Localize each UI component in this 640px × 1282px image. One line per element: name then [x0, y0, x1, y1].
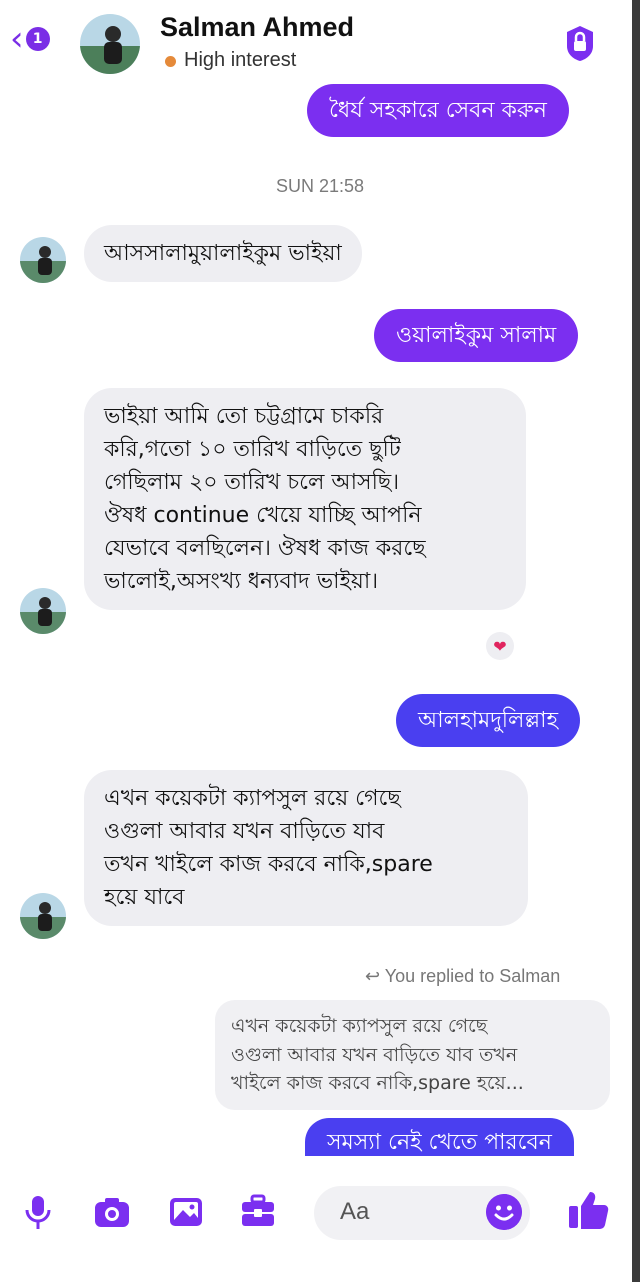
quote-line: খাইলে কাজ করবে নাকি,spare হয়ে... — [231, 1072, 524, 1094]
microphone-icon[interactable] — [18, 1192, 58, 1232]
message-bubble-sent[interactable]: সমস্যা নেই খেতে পারবেন — [305, 1118, 574, 1158]
contact-name[interactable]: Salman Ahmed — [160, 12, 354, 43]
reply-arrow-icon: ↩ — [365, 966, 381, 986]
camera-icon[interactable] — [92, 1192, 132, 1232]
emoji-icon[interactable] — [486, 1194, 522, 1230]
screen-edge — [632, 0, 640, 1282]
message-bubble-received[interactable]: ভাইয়া আমি তো চট্টগ্রামে চাকরি করি,গতো ১… — [84, 388, 526, 610]
message-line: ভাইয়া আমি তো চট্টগ্রামে চাকরি — [104, 404, 384, 429]
message-bubble-received[interactable]: এখন কয়েকটা ক্যাপসুল রয়ে গেছে ওগুলা আবা… — [84, 770, 528, 926]
unread-count-badge: 1 — [25, 27, 50, 51]
timestamp: SUN 21:58 — [275, 176, 365, 196]
reply-quote[interactable]: এখন কয়েকটা ক্যাপসুল রয়ে গেছে ওগুলা আবা… — [215, 1000, 610, 1110]
message-line: হয়ে যাবে — [104, 885, 185, 910]
message-input-placeholder: Aa — [340, 1198, 370, 1225]
thumbs-up-icon[interactable] — [566, 1188, 610, 1232]
chevron-left-icon: ‹ — [10, 19, 24, 59]
status-label: High interest — [184, 49, 297, 71]
sender-avatar[interactable] — [20, 237, 66, 283]
sender-avatar[interactable] — [20, 588, 66, 634]
message-line: এখন কয়েকটা ক্যাপসুল রয়ে গেছে — [104, 786, 401, 811]
message-line: যেভাবে বলছিলেন। ঔষধ কাজ করছে — [104, 536, 426, 561]
contact-avatar[interactable] — [80, 14, 140, 74]
message-bubble-sent[interactable]: ওয়ালাইকুম সালাম — [374, 309, 579, 362]
message-bubble-sent[interactable]: ধৈর্য সহকারে সেবন করুন — [307, 84, 569, 137]
message-line: তখন খাইলে কাজ করবে নাকি,spare — [104, 852, 433, 877]
message-line: ভালোই,অসংখ্য ধন্যবাদ ভাইয়া। — [104, 569, 379, 594]
chat-header: ‹ 1 Salman Ahmed High interest — [0, 0, 640, 82]
message-line: গেছিলাম ২০ তারিখ চলে আসছি। — [104, 470, 400, 495]
quote-line: এখন কয়েকটা ক্যাপসুল রয়ে গেছে — [231, 1015, 488, 1037]
sender-avatar[interactable] — [20, 893, 66, 939]
quote-line: ওগুলা আবার যখন বাড়িতে যাব তখন — [231, 1043, 518, 1066]
gallery-icon[interactable] — [166, 1192, 206, 1232]
message-bubble-sent[interactable]: আলহামদুলিল্লাহ — [396, 694, 581, 747]
back-button[interactable]: ‹ 1 — [10, 22, 50, 56]
message-line: ওগুলা আবার যখন বাড়িতে যাব — [104, 819, 385, 844]
toolbox-icon[interactable] — [238, 1192, 278, 1232]
reply-indicator: ↩ You replied to Salman — [365, 966, 561, 986]
heart-reaction-icon[interactable]: ❤ — [486, 632, 514, 660]
shield-icon[interactable] — [565, 24, 595, 62]
message-line: করি,গতো ১০ তারিখ বাড়িতে ছুটি — [104, 437, 401, 462]
message-bubble-received[interactable]: আসসালামুয়ালাইকুম ভাইয়া — [84, 225, 362, 282]
message-line: ঔষধ continue খেয়ে যাচ্ছি আপনি — [104, 503, 422, 528]
status-dot — [165, 56, 176, 67]
